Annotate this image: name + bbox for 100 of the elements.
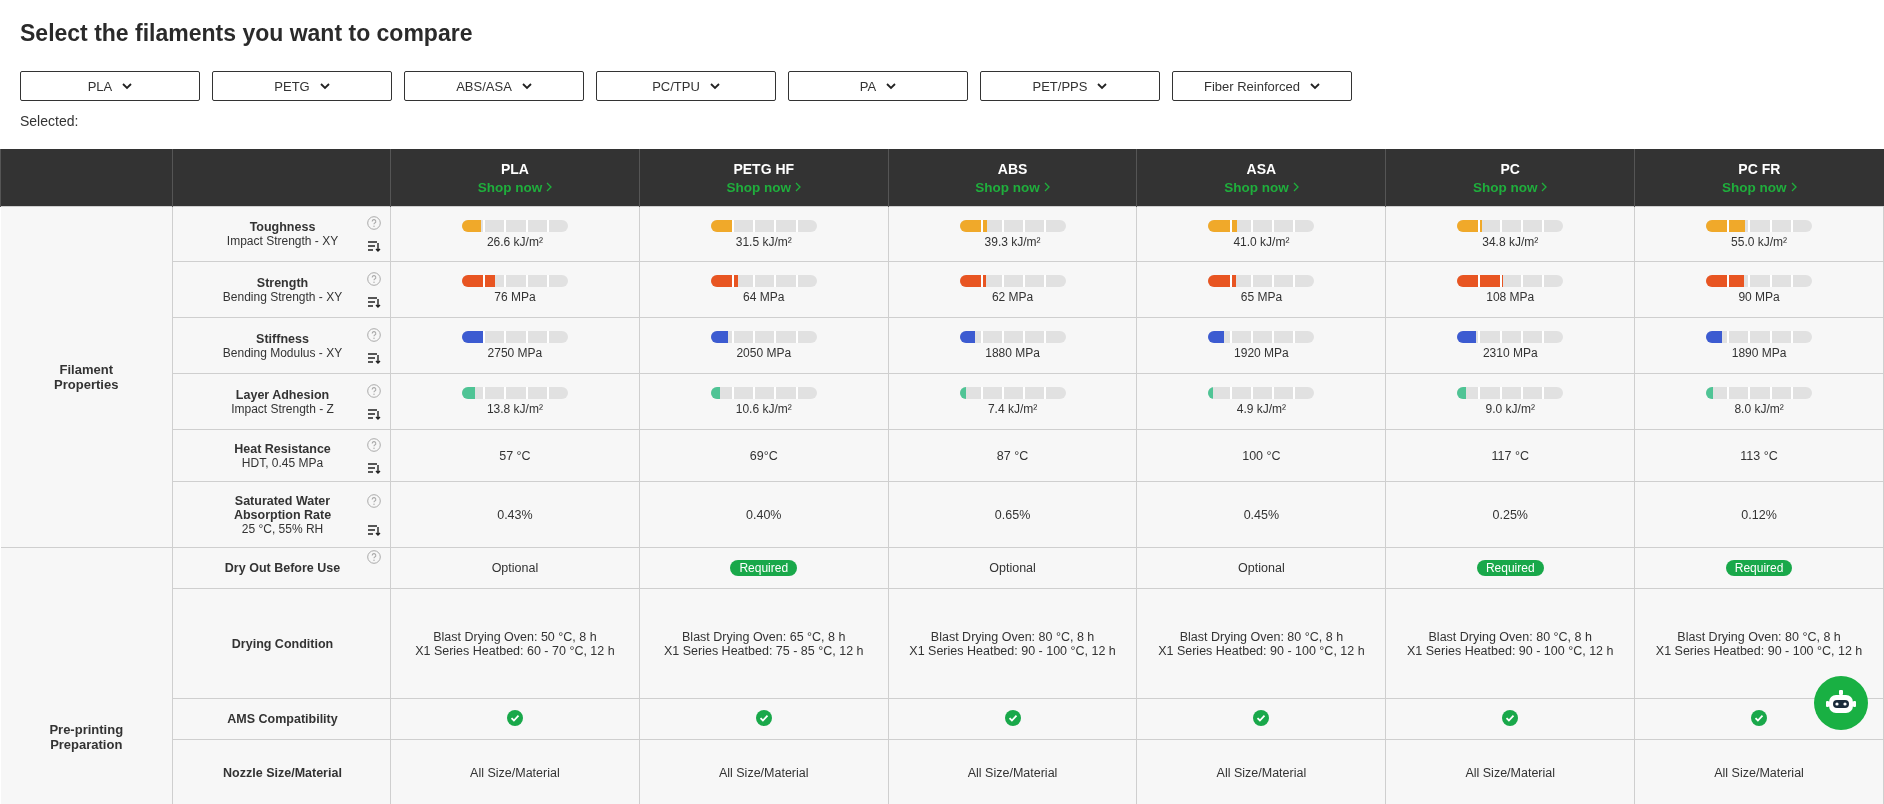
property-subtitle: 25 °C, 55% RH: [241, 521, 325, 536]
value-text: All Size/Material: [718, 765, 809, 780]
meter-reading: 34.8 kJ/m²: [1481, 234, 1540, 249]
value-text: 87 °C: [996, 448, 1029, 463]
condition-text: Blast Drying Oven: 50 °C, 8 h: [432, 629, 598, 644]
group-name: Pre-printing Preparation: [48, 721, 125, 752]
filter-dropdown[interactable]: PA: [788, 71, 968, 101]
required-badge: Required: [1725, 560, 1793, 576]
meter-reading: 62 MPa: [990, 290, 1035, 304]
chevron-right-icon: [795, 182, 801, 192]
meter-reading: 13.8 kJ/m²: [485, 402, 544, 416]
sort-icon[interactable]: [367, 407, 381, 420]
condition-text: X1 Series Heatbed: 90 - 100 °C, 12 h: [1654, 643, 1864, 658]
shop-now-link[interactable]: Shop now: [726, 179, 801, 195]
shop-now-link[interactable]: Shop now: [1722, 179, 1797, 195]
filter-dropdown[interactable]: ABS/ASA: [404, 71, 584, 101]
chevron-down-icon: [1310, 82, 1321, 90]
value-text: All Size/Material: [1465, 765, 1556, 780]
filter-dropdown[interactable]: PETG: [212, 71, 392, 101]
product-name: PETG HF: [732, 160, 796, 177]
meter-reading: 4.9 kJ/m²: [1235, 402, 1288, 416]
value-text: 0.12%: [1741, 507, 1777, 522]
status-text: Optional: [491, 561, 539, 575]
value-text: All Size/Material: [470, 765, 560, 780]
value-text: All Size/Material: [1714, 765, 1804, 780]
meter-reading: 2750 MPa: [486, 346, 544, 360]
condition-text: X1 Series Heatbed: 90 - 100 °C, 12 h: [1405, 643, 1615, 658]
property-name: Toughness: [249, 220, 316, 234]
meter-reading: 7.4 kJ/m²: [986, 402, 1039, 416]
shop-now-link[interactable]: Shop now: [477, 179, 553, 195]
sort-icon[interactable]: [367, 295, 381, 308]
property-subtitle: Impact Strength - XY: [225, 234, 340, 248]
value-text: 113 °C: [1740, 448, 1778, 463]
sort-icon[interactable]: [367, 351, 381, 364]
meter-reading: 1920 MPa: [1233, 346, 1290, 360]
product-name: PC: [1499, 160, 1521, 177]
chevron-down-icon: [122, 82, 133, 90]
property-name: Strength: [256, 275, 309, 290]
meter-reading: 2050 MPa: [735, 346, 793, 360]
product-name: ABS: [996, 160, 1029, 177]
meter-reading: 1880 MPa: [984, 346, 1041, 360]
meter-reading: 108 MPa: [1485, 290, 1536, 304]
required-badge: Required: [730, 560, 798, 576]
property-name: Dry Out Before Use: [224, 561, 341, 575]
chevron-right-icon: [546, 182, 553, 192]
property-name: Saturated Water Absorption Rate: [232, 493, 333, 522]
value-text: 69°C: [749, 448, 778, 463]
property-subtitle: Bending Strength - XY: [221, 289, 344, 304]
product-name: PC FR: [1737, 160, 1782, 177]
sort-icon[interactable]: [367, 461, 381, 474]
meter-reading: 2310 MPa: [1481, 346, 1539, 360]
sort-icon[interactable]: [367, 523, 381, 536]
filter-dropdown[interactable]: PC/TPU: [596, 71, 776, 101]
filter-dropdown[interactable]: PLA: [20, 71, 200, 101]
condition-text: X1 Series Heatbed: 90 - 100 °C, 12 h: [908, 643, 1117, 658]
page-title: Select the filaments you want to compare: [19, 19, 474, 48]
value-text: 0.45%: [1243, 507, 1280, 522]
value-text: All Size/Material: [1216, 765, 1307, 780]
meter-reading: 26.6 kJ/m²: [485, 234, 544, 249]
condition-text: Blast Drying Oven: 65 °C, 8 h: [681, 629, 847, 644]
property-name: Layer Adhesion: [235, 387, 330, 402]
chevron-right-icon: [1541, 182, 1548, 192]
condition-text: X1 Series Heatbed: 60 - 70 °C, 12 h: [414, 643, 616, 658]
filter-dropdown[interactable]: PET/PPS: [980, 71, 1160, 101]
property-name: Drying Condition: [231, 636, 334, 651]
shop-now-link[interactable]: Shop now: [975, 179, 1050, 195]
meter-reading: 64 MPa: [742, 290, 786, 304]
chevron-down-icon: [709, 82, 720, 90]
value-text: 57 °C: [499, 448, 531, 463]
sort-icon[interactable]: [367, 240, 381, 252]
chevron-down-icon: [886, 82, 897, 90]
chevron-right-icon: [1292, 182, 1299, 192]
meter-reading: 9.0 kJ/m²: [1484, 402, 1536, 416]
meter-reading: 8.0 kJ/m²: [1733, 402, 1785, 416]
product-name: PLA: [499, 160, 530, 177]
chevron-down-icon: [319, 82, 330, 90]
required-badge: Required: [1476, 560, 1544, 576]
property-name: Nozzle Size/Material: [223, 765, 342, 780]
chevron-down-icon: [1097, 82, 1108, 90]
condition-text: Blast Drying Oven: 80 °C, 8 h: [1676, 629, 1842, 644]
value-text: 0.25%: [1492, 507, 1528, 522]
status-text: Optional: [1238, 561, 1285, 575]
property-name: Stiffness: [256, 331, 309, 346]
meter-reading: 31.5 kJ/m²: [734, 234, 793, 249]
meter-reading: 1890 MPa: [1730, 346, 1788, 360]
shop-now-link[interactable]: Shop now: [1224, 179, 1299, 195]
condition-text: Blast Drying Oven: 80 °C, 8 h: [929, 629, 1096, 644]
property-subtitle: Impact Strength - Z: [230, 401, 335, 416]
filter-dropdown[interactable]: Fiber Reinforced: [1172, 71, 1352, 101]
value-text: 0.40%: [746, 507, 782, 522]
meter-reading: 65 MPa: [1239, 290, 1284, 304]
meter-reading: 90 MPa: [1737, 290, 1781, 304]
chevron-right-icon: [1790, 182, 1797, 192]
shop-now-link[interactable]: Shop now: [1472, 179, 1548, 195]
property-subtitle: HDT, 0.45 MPa: [240, 455, 325, 470]
condition-text: X1 Series Heatbed: 90 - 100 °C, 12 h: [1157, 643, 1366, 658]
value-text: 100 °C: [1242, 448, 1281, 463]
group-name: Filament Properties: [53, 362, 120, 392]
property-subtitle: Bending Modulus - XY: [221, 345, 344, 360]
value-text: All Size/Material: [967, 765, 1058, 780]
